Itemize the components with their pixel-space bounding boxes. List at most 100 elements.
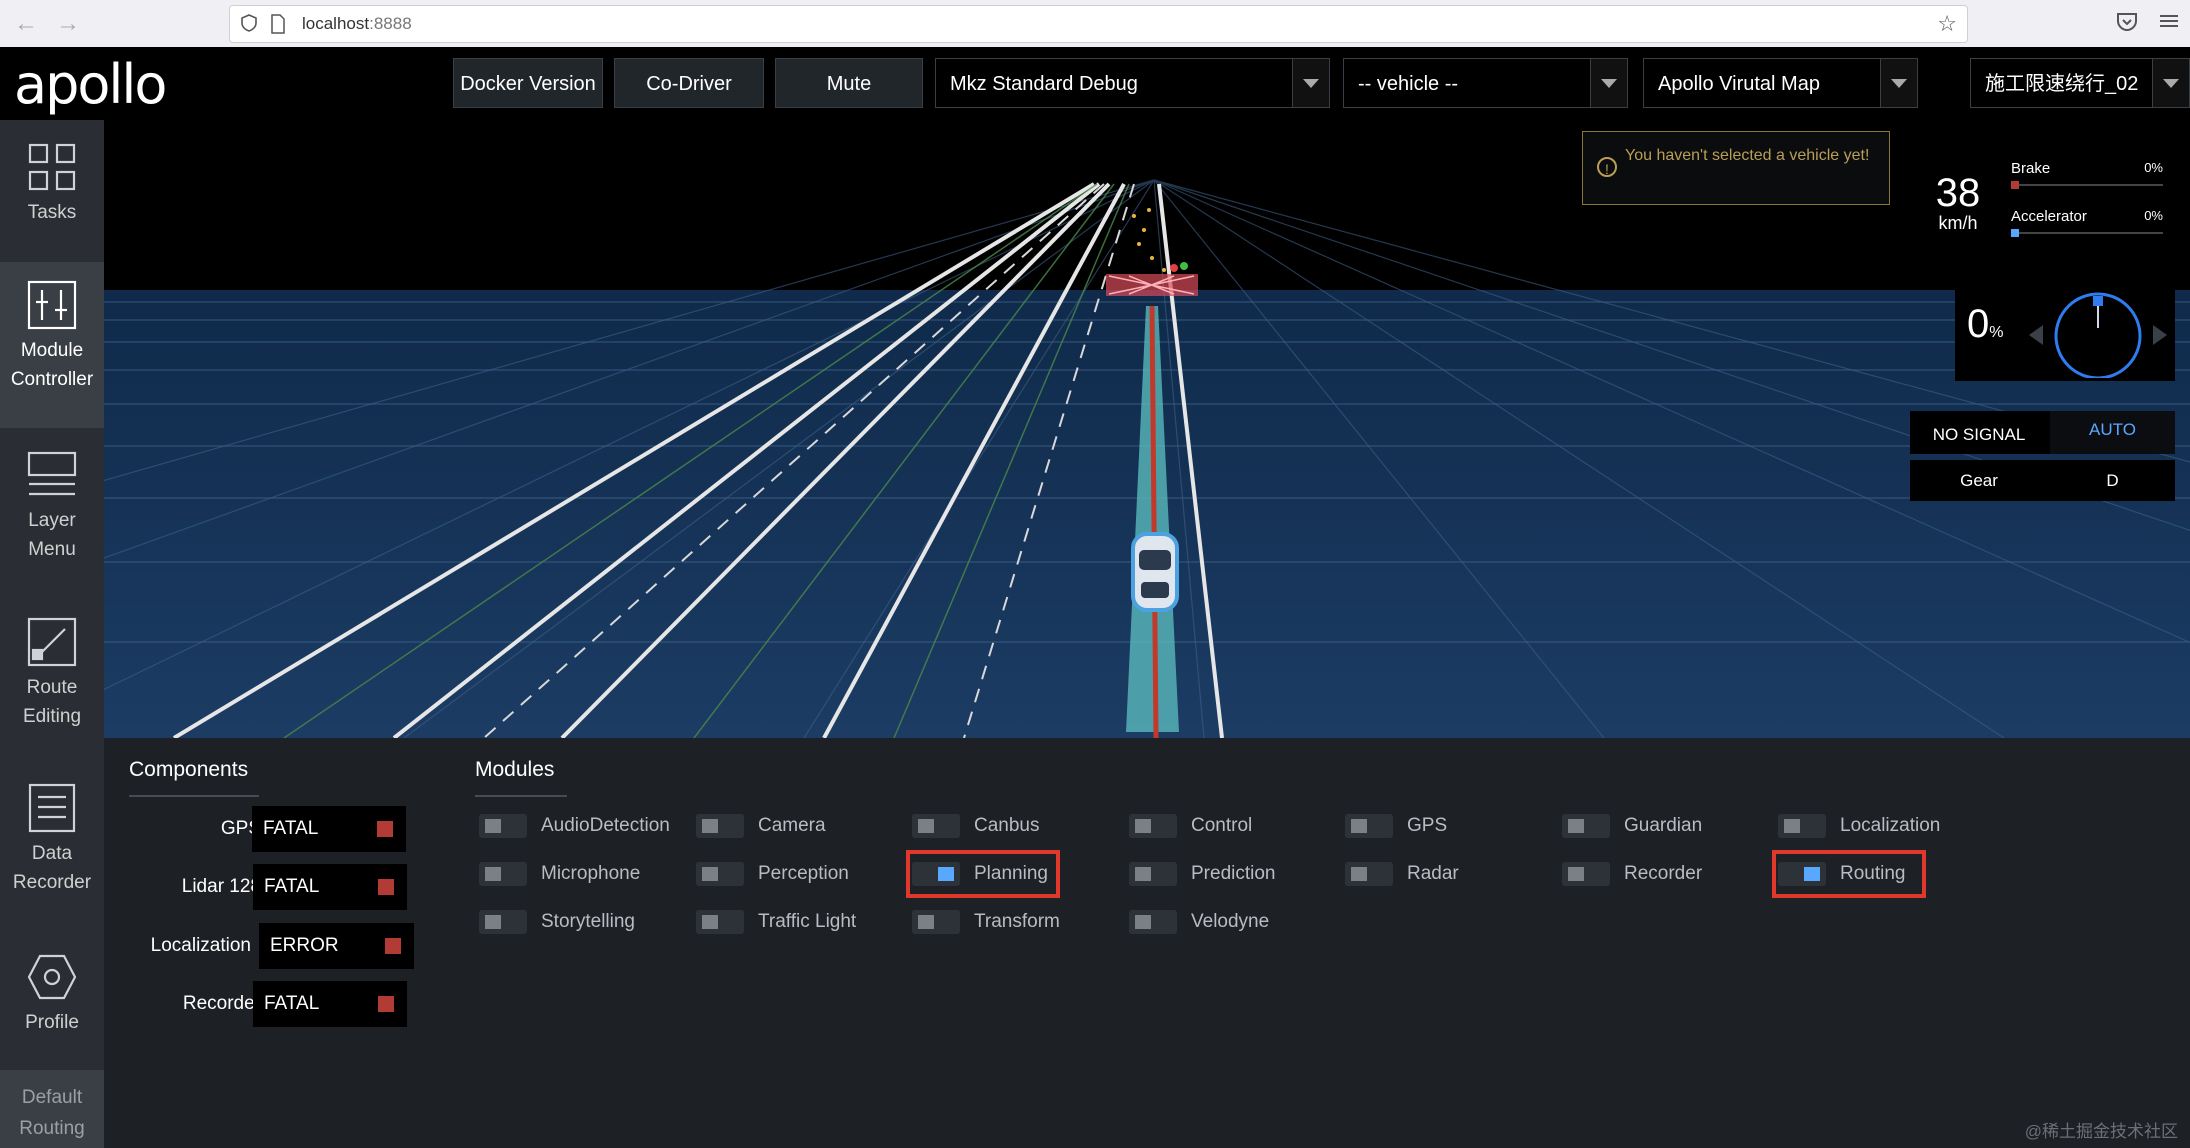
chevron-down-icon[interactable] (1880, 59, 1917, 107)
pocket-icon[interactable] (2115, 10, 2139, 34)
module-toggle[interactable] (1562, 814, 1610, 838)
status-indicator (377, 821, 393, 837)
map-select[interactable]: Apollo Virutal Map (1643, 58, 1918, 108)
module-velodyne[interactable]: Velodyne (1129, 904, 1289, 940)
apollo-logo: apollo (14, 53, 167, 116)
sidebar-item-tasks[interactable]: Tasks (0, 142, 104, 262)
component-status: FATAL (253, 864, 407, 910)
chevron-down-icon[interactable] (1590, 59, 1627, 107)
sidebar-item-profile[interactable]: Profile (0, 952, 104, 1062)
module-guardian[interactable]: Guardian (1562, 808, 1722, 844)
module-toggle[interactable] (912, 814, 960, 838)
module-label: GPS (1407, 815, 1448, 836)
address-bar[interactable]: localhost:8888 ☆ (229, 5, 1968, 43)
steering-value: 0 (1967, 302, 1990, 346)
module-toggle[interactable] (1345, 814, 1393, 838)
speed-value: 38 (1935, 171, 1981, 215)
module-toggle[interactable] (1129, 814, 1177, 838)
sidebar-item-route-editing[interactable]: Route Editing (0, 617, 104, 767)
default-routing-button[interactable]: Default Routing (0, 1070, 104, 1148)
mode-select[interactable]: Mkz Standard Debug (935, 58, 1330, 108)
module-camera[interactable]: Camera (696, 808, 856, 844)
module-storytelling[interactable]: Storytelling (479, 904, 679, 940)
component-label: Recorder (182, 993, 261, 1014)
module-toggle[interactable] (1562, 862, 1610, 886)
module-toggle[interactable] (1129, 862, 1177, 886)
module-toggle[interactable] (1778, 814, 1826, 838)
sidebar-item-data-recorder[interactable]: Data Recorder (0, 783, 104, 933)
speed-dashboard: 38 km/h Brake 0% Accelerator 0% (1910, 134, 2175, 264)
module-label: Transform (974, 911, 1060, 932)
mute-button[interactable]: Mute (775, 58, 923, 108)
module-routing[interactable]: Routing (1772, 850, 1926, 898)
chevron-down-icon[interactable] (1292, 59, 1329, 107)
scenario-select-value: 施工限速绕行_02 (1985, 73, 2139, 95)
module-toggle[interactable] (696, 814, 744, 838)
module-canbus[interactable]: Canbus (912, 808, 1072, 844)
sidebar-item-layer-menu[interactable]: Layer Menu (0, 450, 104, 600)
module-localization[interactable]: Localization (1778, 808, 1958, 844)
module-label: Velodyne (1191, 911, 1270, 932)
module-traffic-light[interactable]: Traffic Light (696, 904, 866, 940)
docker-version-button[interactable]: Docker Version (453, 58, 603, 108)
module-toggle[interactable] (1345, 862, 1393, 886)
component-status-text: FATAL (263, 818, 319, 839)
sidebar-item-module-controller[interactable]: Module Controller (0, 262, 104, 428)
forward-arrow-icon[interactable]: → (52, 8, 84, 40)
grid-icon (28, 143, 76, 191)
module-microphone[interactable]: Microphone (479, 856, 679, 892)
module-toggle[interactable] (912, 862, 960, 886)
module-toggle[interactable] (912, 910, 960, 934)
back-arrow-icon[interactable]: ← (10, 8, 42, 40)
document-icon (28, 783, 76, 833)
co-driver-button[interactable]: Co-Driver (614, 58, 764, 108)
module-label: Guardian (1624, 815, 1703, 836)
module-toggle[interactable] (1778, 862, 1826, 886)
drive-mode-badge: AUTO (2050, 411, 2175, 454)
brake-label: Brake (2011, 160, 2051, 177)
sidebar-item-label: Editing (22, 706, 82, 727)
module-toggle[interactable] (696, 862, 744, 886)
default-routing-label: Routing (19, 1118, 85, 1139)
module-control[interactable]: Control (1129, 808, 1289, 844)
component-row-lidar: Lidar 128 FATAL (104, 864, 451, 910)
module-label: Storytelling (541, 911, 635, 932)
module-toggle[interactable] (696, 910, 744, 934)
module-recorder[interactable]: Recorder (1562, 856, 1722, 892)
scenario-select[interactable]: 施工限速绕行_02 (1970, 58, 2190, 108)
module-planning[interactable]: Planning (906, 850, 1060, 898)
module-transform[interactable]: Transform (912, 904, 1072, 940)
accelerator-value: 0% (2144, 208, 2163, 223)
scene-canvas[interactable] (104, 120, 2190, 738)
module-gps[interactable]: GPS (1345, 808, 1505, 844)
chevron-down-icon[interactable] (2152, 59, 2189, 107)
accelerator-bar-fill (2011, 229, 2019, 237)
sidebar-item-label: Tasks (27, 202, 77, 223)
module-audiodetection[interactable]: AudioDetection (479, 808, 679, 844)
module-radar[interactable]: Radar (1345, 856, 1505, 892)
vehicle-select[interactable]: -- vehicle -- (1343, 58, 1628, 108)
component-label: Localization (150, 935, 251, 956)
module-label: Prediction (1191, 863, 1276, 884)
module-toggle[interactable] (1129, 910, 1177, 934)
sidebar-item-label: Recorder (12, 872, 92, 893)
component-status: FATAL (252, 806, 406, 852)
components-panel: Components GPS FATAL Lidar 128 FATAL Loc… (104, 738, 453, 1148)
signal-status: NO SIGNAL (1932, 425, 2026, 444)
module-label: Microphone (541, 863, 641, 884)
watermark: @稀土掘金技术社区 (2024, 1122, 2178, 1141)
3d-scene-view[interactable]: ! You haven't selected a vehicle yet! 38… (104, 120, 2190, 738)
menu-icon[interactable] (2160, 12, 2178, 30)
bookmark-star-icon[interactable]: ☆ (1937, 11, 1957, 37)
module-toggle[interactable] (479, 910, 527, 934)
modules-panel: Modules AudioDetection Camera Canbus Con… (451, 738, 2190, 1148)
shield-icon[interactable] (240, 14, 258, 32)
module-perception[interactable]: Perception (696, 856, 866, 892)
module-toggle[interactable] (479, 814, 527, 838)
module-prediction[interactable]: Prediction (1129, 856, 1289, 892)
component-status-text: FATAL (264, 876, 320, 897)
browser-toolbar: ← → localhost:8888 ☆ (0, 0, 2190, 48)
component-status: ERROR (259, 923, 414, 969)
status-indicator (385, 938, 401, 954)
module-toggle[interactable] (479, 862, 527, 886)
